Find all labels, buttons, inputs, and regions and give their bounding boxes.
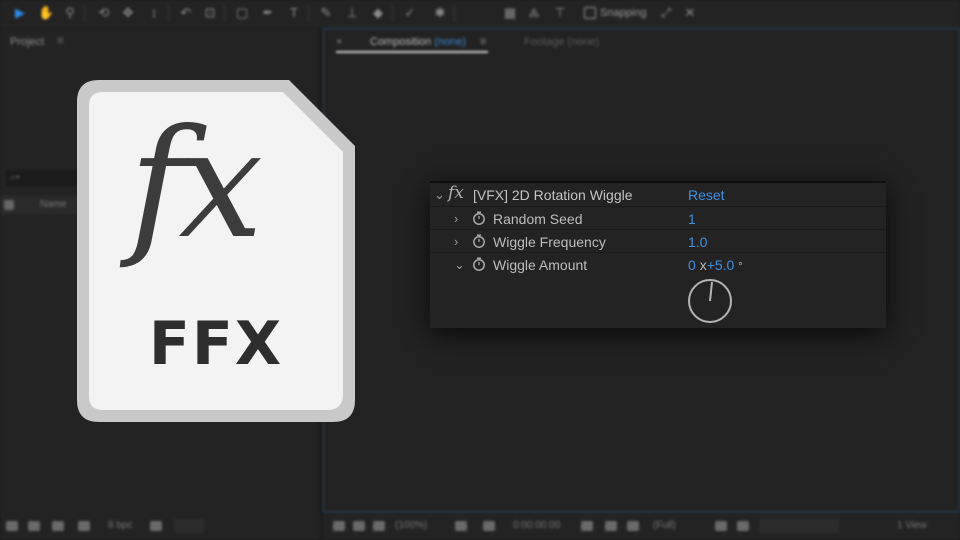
snapping-label: Snapping [600,7,647,19]
tab-composition-label: Composition [370,36,432,48]
resolution-select[interactable]: (Full) [653,520,676,531]
brush-tool-icon[interactable]: ✎ [318,5,334,21]
stopwatch-icon[interactable] [472,234,486,248]
interpret-footage-icon[interactable] [6,521,18,531]
grid-options-icon[interactable] [455,521,467,531]
type-tool-icon[interactable]: T [286,5,302,21]
reset-button[interactable]: Reset [688,187,725,203]
toggle-transparency-icon[interactable] [737,521,749,531]
color-channel-icon[interactable] [627,521,639,531]
anchor-point-tool-icon[interactable]: ⊡ [202,5,218,21]
viewer-footer: (100%) 0:00:00:00 (Full) 1 View [323,512,960,540]
tab-composition[interactable]: Composition (none) [370,36,466,48]
toolbar-divider [308,5,309,22]
rotation-tool-icon[interactable]: ↶ [178,5,194,21]
param-value[interactable]: 1 [688,211,696,227]
trash-icon[interactable] [150,521,162,531]
puppet-pin-tool-icon[interactable]: ✱ [432,5,448,21]
ffx-file-icon: fx FFX [75,78,357,424]
toolbar-divider [454,5,455,22]
preview-icon[interactable] [333,521,345,531]
show-channel-icon[interactable] [605,521,617,531]
local-axis-icon[interactable]: ▦ [502,5,518,21]
close-tab-icon[interactable]: × [336,36,342,48]
param-row-wiggle-frequency[interactable]: › Wiggle Frequency 1.0 [430,229,886,252]
fx-icon[interactable]: fx [448,183,464,203]
tab-composition-value: (none) [434,36,466,48]
toolbar-divider [392,5,393,22]
name-column-label[interactable]: Name [40,199,67,210]
clone-stamp-tool-icon[interactable]: ⊥ [344,5,360,21]
world-axis-icon[interactable]: ⟁ [526,5,542,21]
mask-visibility-icon[interactable] [373,521,385,531]
fx-icon: fx [129,98,263,272]
label-tag-icon[interactable] [4,200,14,210]
zoom-tool-icon[interactable]: ⚲ [62,5,78,21]
transparency-grid-icon[interactable] [483,521,495,531]
tools-toolbar: ▶ ✋ ⚲ ⟲ ✥ ↕ ↶ ⊡ ▢ ✒ T ✎ ⊥ ◆ ✓ ✱ ▦ ⟁ ⊤ Sn… [0,0,960,27]
degree-symbol: ° [738,261,743,273]
chevron-right-icon[interactable]: › [454,211,458,226]
snapping-checkbox[interactable] [584,7,596,19]
project-footer: 8 bpc [0,512,320,540]
panel-menu-icon[interactable]: ≡ [480,36,486,48]
eraser-tool-icon[interactable]: ◆ [370,5,386,21]
tab-footage[interactable]: Footage (none) [524,36,599,48]
selection-tool-icon[interactable]: ▶ [12,5,28,21]
bit-depth-label[interactable]: 8 bpc [108,520,132,531]
current-time-display[interactable]: 0:00:00:00 [513,520,560,531]
param-row-random-seed[interactable]: › Random Seed 1 [430,206,886,229]
roto-brush-tool-icon[interactable]: ✓ [402,5,418,21]
snap-edges-icon[interactable]: ⤢ [658,5,674,21]
chevron-down-icon[interactable]: ⌄ [434,187,445,203]
active-tab-indicator [336,51,488,53]
panel-menu-icon[interactable]: ≡ [57,35,63,47]
stopwatch-icon[interactable] [472,211,486,225]
param-label: Random Seed [493,211,583,227]
region-icon[interactable] [353,521,365,531]
camera-view-select[interactable] [759,519,839,533]
shape-tool-icon[interactable]: ▢ [234,5,250,21]
toolbar-divider [224,5,225,22]
revolution-separator: x [699,257,707,273]
param-value[interactable]: 1.0 [688,234,707,250]
chevron-down-icon[interactable]: ⌄ [454,257,465,273]
orbit-camera-tool-icon[interactable]: ⟲ [96,5,112,21]
project-scroll-track[interactable] [174,519,204,533]
zoom-level-select[interactable]: (100%) [395,520,427,531]
pan-camera-tool-icon[interactable]: ✥ [120,5,136,21]
chevron-right-icon[interactable]: › [454,234,458,249]
file-type-label: FFX [148,309,284,379]
angle-dial[interactable] [687,278,733,324]
project-settings-icon[interactable] [78,521,90,531]
revolutions-value[interactable]: 0 [688,257,696,273]
view-axis-icon[interactable]: ⊤ [552,5,568,21]
project-panel-title[interactable]: Project [10,36,44,48]
angle-value[interactable]: 0 x+5.0 ° [688,257,743,273]
param-label: Wiggle Frequency [493,234,606,250]
param-row-wiggle-amount[interactable]: ⌄ Wiggle Amount 0 x+5.0 ° [430,252,886,275]
param-label: Wiggle Amount [493,257,588,273]
new-composition-icon[interactable] [52,521,64,531]
degrees-value[interactable]: +5.0 [707,257,735,273]
region-of-interest-icon[interactable] [715,521,727,531]
effect-controls-panel: ⌄ fx [VFX] 2D Rotation Wiggle Reset › Ra… [430,181,886,328]
toolbar-divider [168,5,169,22]
new-folder-icon[interactable] [28,521,40,531]
view-layout-select[interactable]: 1 View [897,520,927,531]
dolly-camera-tool-icon[interactable]: ↕ [146,5,162,21]
pen-tool-icon[interactable]: ✒ [260,5,276,21]
hand-tool-icon[interactable]: ✋ [38,5,54,21]
effect-name: [VFX] 2D Rotation Wiggle [473,187,633,203]
stopwatch-icon[interactable] [472,257,486,271]
snapshot-icon[interactable] [581,521,593,531]
toolbar-divider [84,5,85,22]
snap-features-icon[interactable]: ✕ [682,5,698,21]
effect-header-row[interactable]: ⌄ fx [VFX] 2D Rotation Wiggle Reset [430,183,886,206]
